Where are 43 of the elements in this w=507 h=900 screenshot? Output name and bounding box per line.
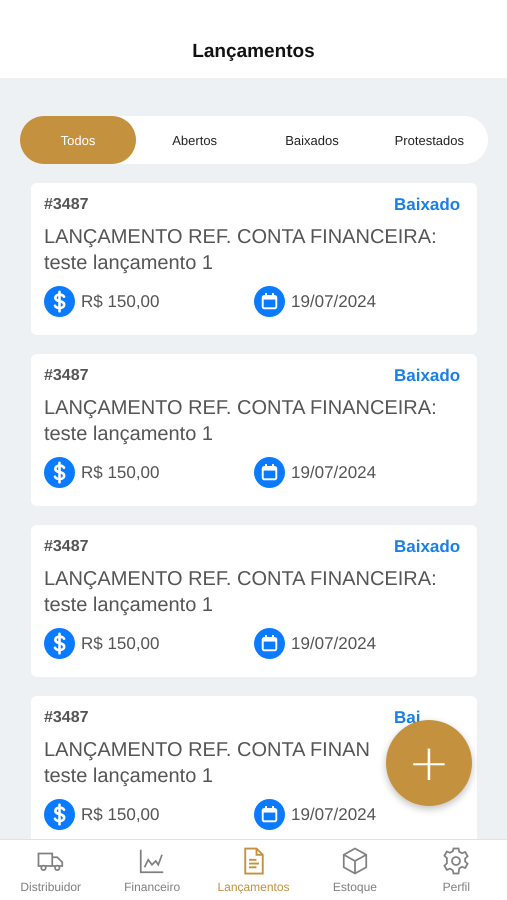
entry-card[interactable]: #3487 Baixado LANÇAMENTO REF. CONTA FINANCEIRA: teste lançamento 1 R$ 150,00 19/07/2024	[31, 183, 477, 335]
tab-bar-item[interactable]: Estoque	[304, 840, 406, 900]
dollar-icon	[44, 628, 75, 659]
entry-description: LANÇAMENTO REF. CONTA FINAN	[44, 738, 370, 763]
status-label: Baixado	[394, 366, 462, 386]
date: 19/07/2024	[291, 634, 376, 654]
dollar-icon	[44, 799, 75, 830]
filter-tab[interactable]: Baixados	[253, 116, 371, 164]
date: 19/07/2024	[291, 804, 376, 824]
tab-bar-item[interactable]: Financeiro	[101, 840, 203, 900]
amount: R$ 150,00	[81, 292, 160, 312]
dollar-icon	[44, 457, 75, 488]
calendar-icon	[254, 286, 285, 317]
entry-description: LANÇAMENTO REF. CONTA FINANCEIRA:	[44, 567, 437, 592]
status-label: Baixado	[394, 537, 462, 557]
entry-description: teste lançamento 1	[44, 764, 213, 789]
entry-number: #3487	[44, 709, 88, 727]
status-label: Baixado	[394, 195, 462, 215]
entry-number: #3487	[44, 367, 88, 385]
calendar-icon	[254, 457, 285, 488]
date: 19/07/2024	[291, 462, 376, 482]
dollar-icon	[44, 286, 75, 317]
entry-number: #3487	[44, 538, 88, 556]
tab-bar-item[interactable]: Distribuidor	[0, 840, 102, 900]
calendar-icon	[254, 628, 285, 659]
amount: R$ 150,00	[81, 634, 160, 654]
amount: R$ 150,00	[81, 804, 160, 824]
entry-description: LANÇAMENTO REF. CONTA FINANCEIRA:	[44, 225, 437, 250]
entry-description: teste lançamento 1	[44, 593, 213, 618]
entry-description: teste lançamento 1	[44, 422, 213, 447]
calendar-icon	[254, 799, 285, 830]
filter-tab[interactable]: Abertos	[136, 116, 254, 164]
screen-title: Lançamentos	[192, 41, 315, 63]
settings-icon	[441, 846, 472, 876]
entry-description: LANÇAMENTO REF. CONTA FINANCEIRA:	[44, 396, 437, 421]
entry-card[interactable]: #3487 Baixado LANÇAMENTO REF. CONTA FINANCEIRA: teste lançamento 1 R$ 150,00 19/07/2024	[31, 354, 477, 506]
entry-description: teste lançamento 1	[44, 251, 213, 276]
entry-number: #3487	[44, 196, 88, 214]
entry-card[interactable]: #3487 Baixado LANÇAMENTO REF. CONTA FINANCEIRA: teste lançamento 1 R$ 150,00 19/07/2024	[31, 525, 477, 677]
amount: R$ 150,00	[81, 462, 160, 482]
filter-tab[interactable]: Protestados	[370, 116, 488, 164]
date: 19/07/2024	[291, 292, 376, 312]
tab-bar-item[interactable]: Perfil	[406, 840, 507, 900]
